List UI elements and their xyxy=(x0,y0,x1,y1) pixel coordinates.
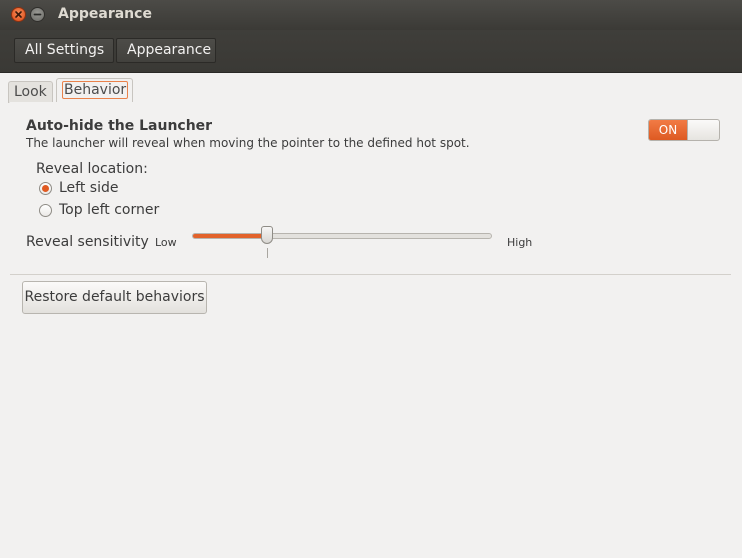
tab-look[interactable]: Look xyxy=(8,81,53,103)
appearance-breadcrumb[interactable]: Appearance xyxy=(116,38,216,63)
reveal-location-label: Reveal location: xyxy=(36,161,148,177)
window-title: Appearance xyxy=(58,6,152,22)
reveal-sensitivity-label: Reveal sensitivity xyxy=(26,234,149,250)
tab-behavior[interactable]: Behavior xyxy=(56,78,133,103)
tab-bar: Look Behavior xyxy=(0,73,742,103)
title-bar[interactable]: Appearance xyxy=(0,0,742,30)
slider-handle[interactable] xyxy=(261,226,273,244)
sensitivity-slider[interactable] xyxy=(192,224,492,260)
toggle-on-label: ON xyxy=(649,120,687,140)
radio-selected-dot xyxy=(42,185,49,192)
close-icon[interactable] xyxy=(11,7,26,22)
radio-top-left-corner[interactable] xyxy=(39,204,52,217)
autohide-heading: Auto-hide the Launcher xyxy=(26,118,213,134)
autohide-description: The launcher will reveal when moving the… xyxy=(26,136,470,150)
minimize-icon[interactable] xyxy=(30,7,45,22)
appearance-window: Appearance All Settings Appearance Look … xyxy=(0,0,742,558)
all-settings-button[interactable]: All Settings xyxy=(14,38,114,63)
autohide-toggle[interactable]: ON xyxy=(648,119,720,141)
toolbar: All Settings Appearance xyxy=(0,30,742,73)
radio-left-side-label[interactable]: Left side xyxy=(59,180,118,196)
slider-tick-mark xyxy=(267,248,268,258)
sensitivity-high-label: High xyxy=(507,236,533,249)
radio-left-side[interactable] xyxy=(39,182,52,195)
restore-defaults-button[interactable]: Restore default behaviors xyxy=(22,281,207,314)
slider-fill xyxy=(193,234,266,238)
separator xyxy=(10,274,731,275)
toggle-knob[interactable] xyxy=(687,120,719,140)
radio-top-left-corner-label[interactable]: Top left corner xyxy=(59,202,159,218)
tab-behavior-label: Behavior xyxy=(62,81,129,99)
sensitivity-low-label: Low xyxy=(155,236,177,249)
